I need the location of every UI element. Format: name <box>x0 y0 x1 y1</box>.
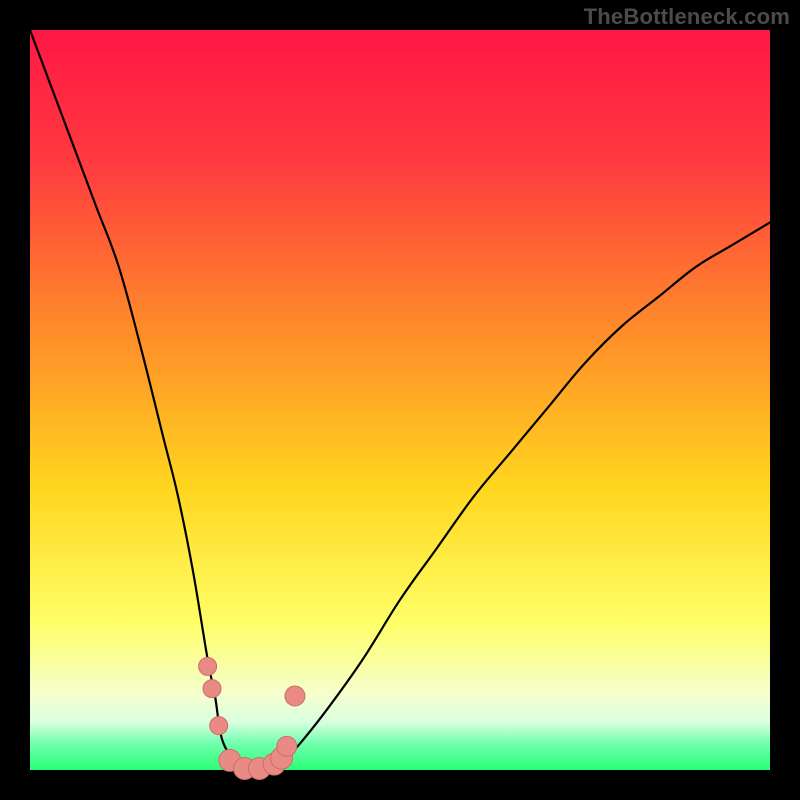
bottleneck-chart <box>0 0 800 800</box>
curve-marker <box>277 736 297 756</box>
curve-marker <box>210 717 228 735</box>
chart-frame: TheBottleneck.com <box>0 0 800 800</box>
curve-marker <box>203 680 221 698</box>
curve-marker <box>285 686 305 706</box>
plot-background <box>30 30 770 770</box>
curve-marker <box>199 657 217 675</box>
